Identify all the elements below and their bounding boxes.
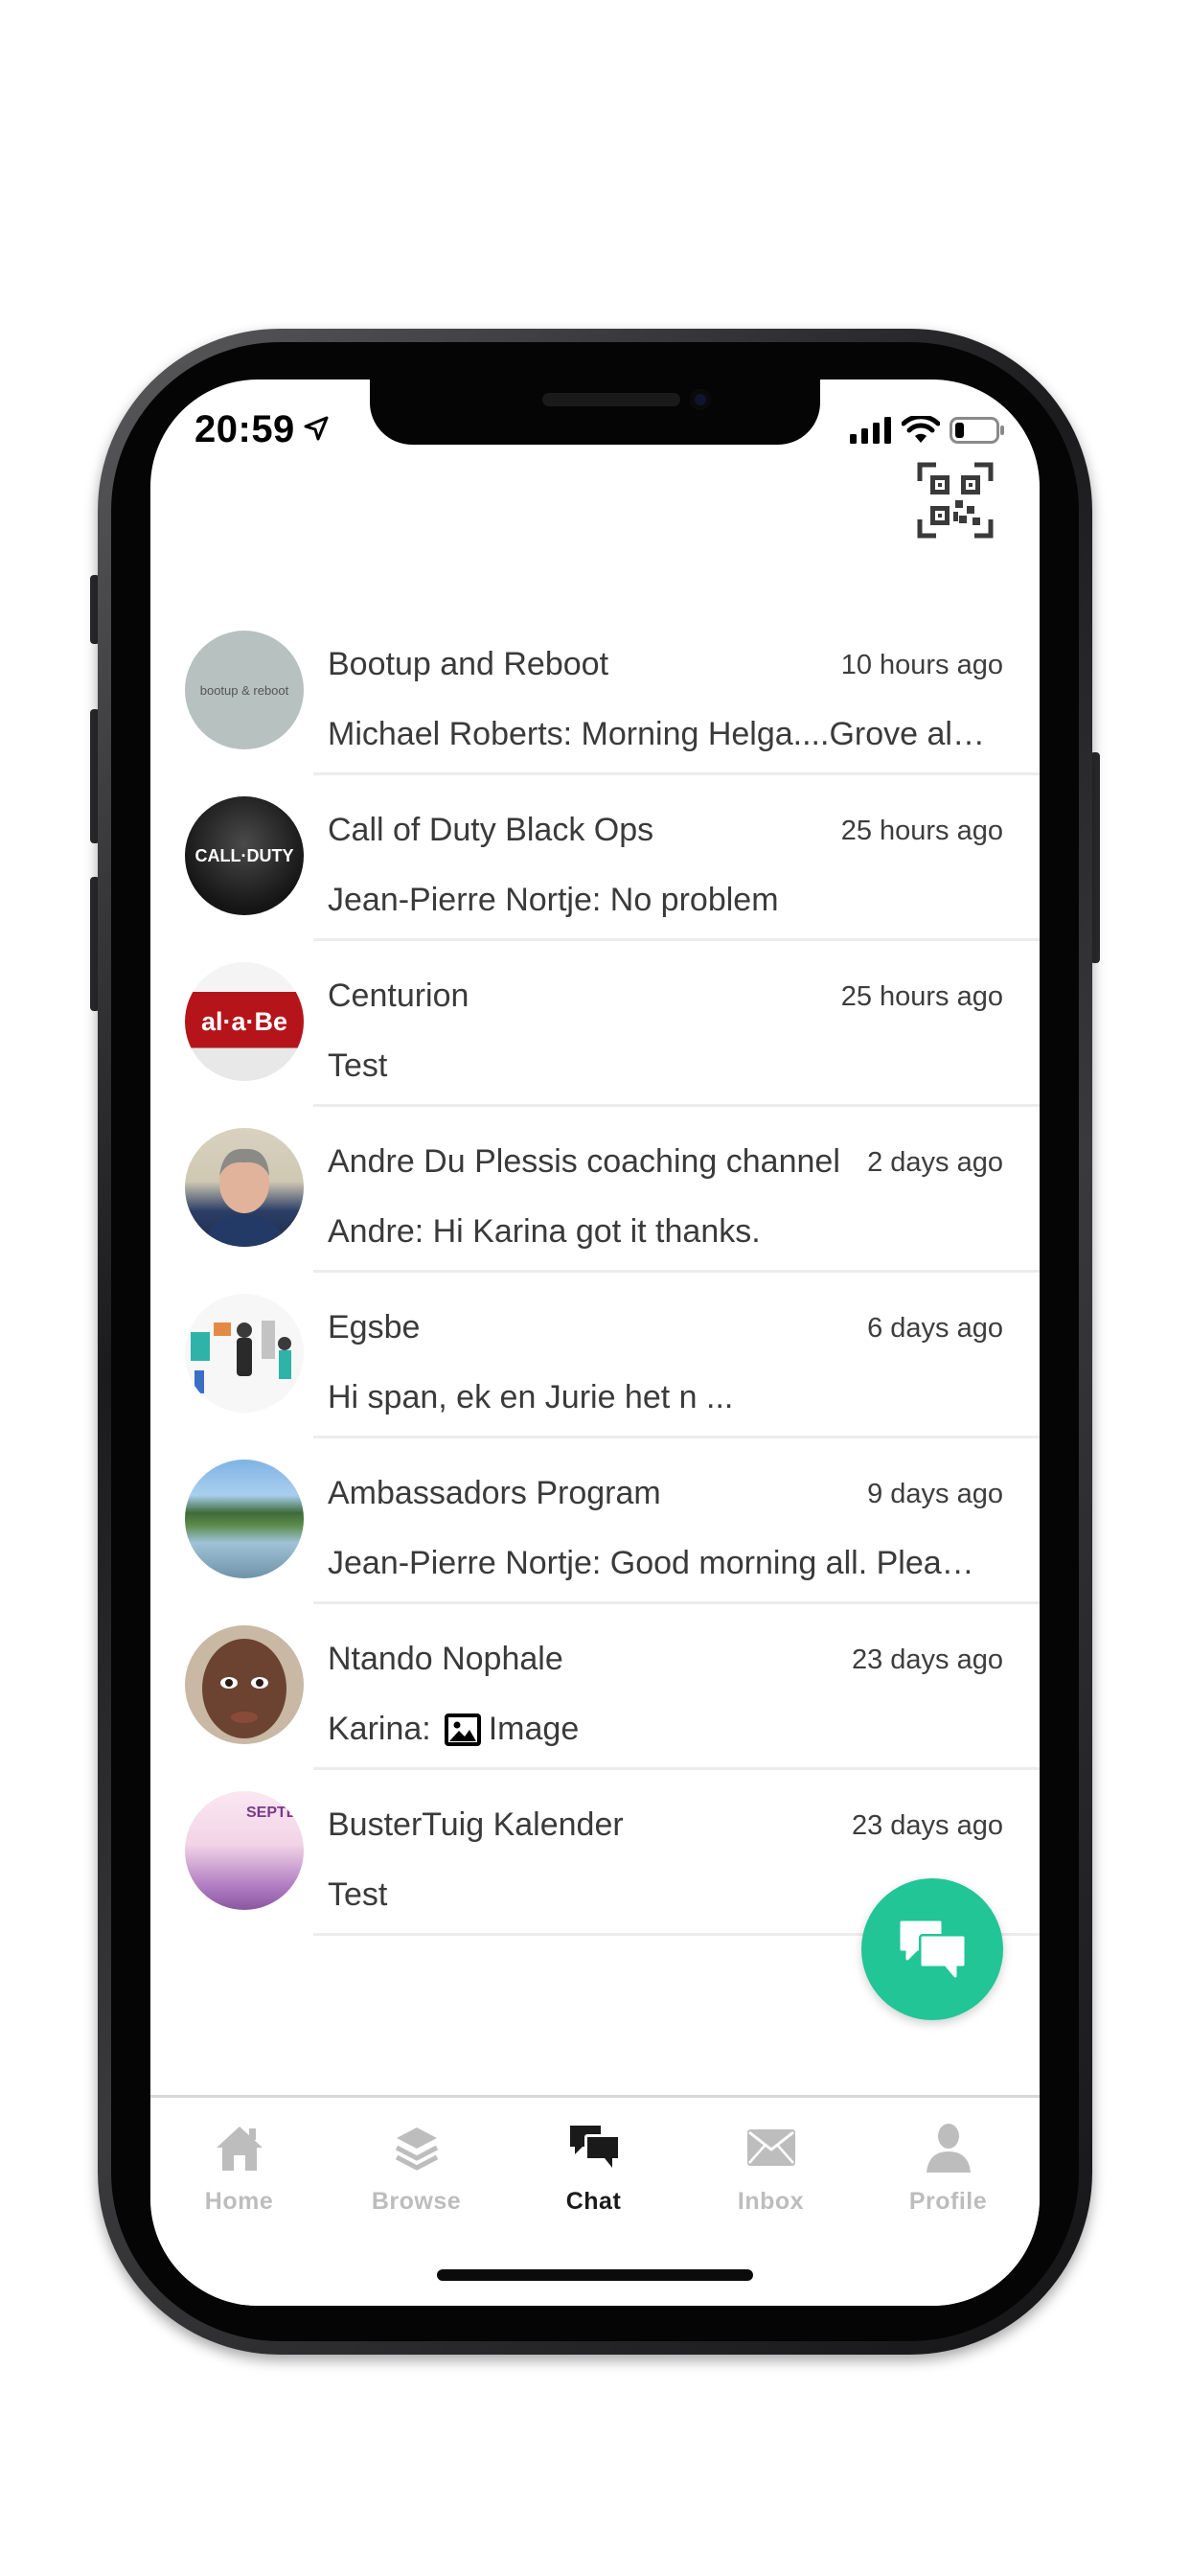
chat-preview: Jean-Pierre Nortje: Good morning all. Pl… bbox=[328, 1545, 974, 1581]
avatar: bootup & reboot bbox=[185, 631, 304, 749]
avatar bbox=[185, 1625, 304, 1744]
mail-icon bbox=[746, 2129, 795, 2166]
chat-list: bootup & reboot Bootup and Reboot 10 hou… bbox=[150, 610, 1040, 1936]
tab-label: Home bbox=[204, 2188, 274, 2215]
notch bbox=[370, 380, 820, 445]
tab-label: Browse bbox=[371, 2188, 462, 2215]
earpiece-speaker bbox=[542, 393, 680, 406]
avatar: al·a·Be bbox=[185, 962, 304, 1081]
chat-row[interactable]: Egsbe 6 days ago Hi span, ek en Jurie he… bbox=[150, 1273, 1040, 1438]
chat-preview: Michael Roberts: Morning Helga....Grove … bbox=[328, 716, 985, 752]
status-time: 20:59 bbox=[195, 408, 295, 450]
chat-time: 9 days ago bbox=[867, 1479, 1003, 1509]
chat-time: 23 days ago bbox=[851, 1644, 1003, 1675]
chat-name: Ambassadors Program bbox=[328, 1475, 661, 1511]
phone-screen: 20:59 bootup & reboot Bootup and Reboot … bbox=[150, 380, 1040, 2306]
tab-browse[interactable]: Browse bbox=[328, 2098, 505, 2251]
tab-inbox[interactable]: Inbox bbox=[682, 2098, 859, 2251]
tab-label: Chat bbox=[565, 2188, 622, 2215]
person-icon bbox=[926, 2124, 971, 2173]
chat-time: 25 hours ago bbox=[840, 981, 1003, 1012]
chat-name: BusterTuig Kalender bbox=[328, 1806, 624, 1843]
chat-time: 25 hours ago bbox=[840, 816, 1003, 846]
chat-row[interactable]: Ntando Nophale 23 days ago Karina: Image bbox=[150, 1604, 1040, 1770]
qr-code-icon[interactable] bbox=[917, 462, 994, 539]
chat-preview: Hi span, ek en Jurie het n ... bbox=[328, 1379, 734, 1415]
avatar bbox=[185, 1128, 304, 1247]
chat-time: 2 days ago bbox=[867, 1147, 1003, 1178]
status-icons bbox=[850, 416, 1005, 445]
chat-name: Andre Du Plessis coaching channel bbox=[328, 1143, 840, 1180]
chat-time: 23 days ago bbox=[851, 1810, 1003, 1841]
chat-name: Centurion bbox=[328, 978, 469, 1014]
chat-name: Egsbe bbox=[328, 1309, 421, 1346]
avatar-logo-text: bootup & reboot bbox=[199, 682, 289, 698]
chat-bubbles-icon bbox=[900, 1920, 967, 1980]
battery-icon bbox=[950, 417, 1004, 444]
chat-preview: Test bbox=[328, 1047, 388, 1084]
avatar-logo-text: al·a·Be bbox=[200, 1006, 288, 1036]
layers-icon bbox=[395, 2128, 438, 2171]
home-indicator[interactable] bbox=[437, 2269, 753, 2281]
avatar bbox=[185, 1294, 304, 1413]
chat-row[interactable]: CALL·DUTY Call of Duty Black Ops 25 hour… bbox=[150, 775, 1040, 941]
image-icon bbox=[444, 1713, 481, 1746]
tab-label: Inbox bbox=[737, 2188, 805, 2215]
tab-chat[interactable]: Chat bbox=[505, 2098, 682, 2251]
home-icon bbox=[216, 2127, 263, 2171]
avatar-logo-text: CALL·DUTY bbox=[195, 845, 294, 865]
illustration-photo bbox=[191, 1321, 291, 1393]
chat-time: 10 hours ago bbox=[840, 650, 1003, 680]
chat-row[interactable]: Andre Du Plessis coaching channel 2 days… bbox=[150, 1107, 1040, 1273]
chat-name: Bootup and Reboot bbox=[328, 646, 609, 682]
chat-row[interactable]: bootup & reboot Bootup and Reboot 10 hou… bbox=[150, 610, 1040, 775]
new-chat-button[interactable] bbox=[861, 1878, 1003, 2020]
tab-home[interactable]: Home bbox=[150, 2098, 328, 2251]
front-camera bbox=[690, 389, 711, 410]
chat-row[interactable]: al·a·Be Centurion 25 hours ago Test bbox=[150, 941, 1040, 1107]
tab-label: Profile bbox=[908, 2188, 988, 2215]
signal-icon bbox=[850, 417, 891, 444]
chat-preview: Jean-Pierre Nortje: No problem bbox=[328, 882, 779, 918]
avatar: SEPTE bbox=[185, 1791, 304, 1910]
chat-row[interactable]: Ambassadors Program 9 days ago Jean-Pier… bbox=[150, 1438, 1040, 1604]
person-photo bbox=[202, 1639, 286, 1738]
avatar bbox=[185, 1460, 304, 1578]
wifi-icon bbox=[902, 416, 940, 443]
avatar-logo-text: SEPTE bbox=[246, 1805, 297, 1821]
chat-preview: Karina: Image bbox=[328, 1711, 998, 1748]
chat-time: 6 days ago bbox=[867, 1313, 1003, 1344]
location-arrow-icon bbox=[304, 416, 329, 441]
chat-name: Call of Duty Black Ops bbox=[328, 812, 654, 848]
chat-name: Ntando Nophale bbox=[328, 1641, 563, 1677]
chat-preview: Andre: Hi Karina got it thanks. bbox=[328, 1213, 761, 1250]
chat-icon bbox=[569, 2126, 620, 2171]
avatar: CALL·DUTY bbox=[185, 796, 304, 915]
preview-sender: Karina: bbox=[328, 1711, 431, 1747]
tab-profile[interactable]: Profile bbox=[859, 2098, 1037, 2251]
person-photo bbox=[204, 1148, 285, 1247]
preview-attachment: Image bbox=[488, 1711, 580, 1747]
